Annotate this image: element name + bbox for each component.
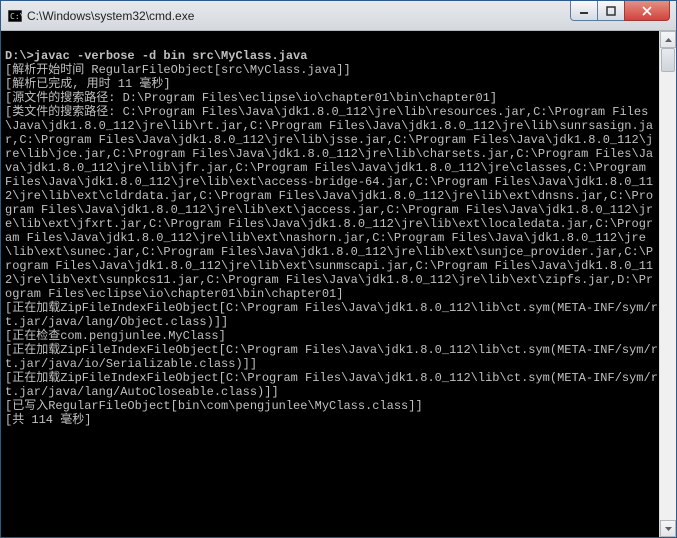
console-line [5, 35, 659, 49]
console-line: [解析已完成, 用时 11 毫秒] [5, 77, 659, 91]
cmd-window: C:\ C:\Windows\system32\cmd.exe D:\>java… [0, 0, 677, 538]
console-line: [已写入RegularFileObject[bin\com\pengjunlee… [5, 399, 659, 413]
svg-text:C:\: C:\ [10, 12, 22, 21]
console-line: [正在加载ZipFileIndexFileObject[C:\Program F… [5, 343, 659, 371]
minimize-button[interactable] [570, 1, 598, 21]
console-line: [正在检查com.pengjunlee.MyClass] [5, 329, 659, 343]
console-output[interactable]: D:\>javac -verbose -d bin src\MyClass.ja… [1, 31, 659, 537]
cmd-icon: C:\ [7, 8, 23, 24]
console-line: [解析开始时间 RegularFileObject[src\MyClass.ja… [5, 63, 659, 77]
scrollbar[interactable] [659, 31, 676, 537]
scroll-track[interactable] [660, 48, 676, 520]
console-line: [共 114 毫秒] [5, 413, 659, 427]
window-buttons [571, 1, 676, 21]
console-line: [正在加载ZipFileIndexFileObject[C:\Program F… [5, 301, 659, 329]
console-line: [源文件的搜索路径: D:\Program Files\eclipse\io\c… [5, 91, 659, 105]
close-button[interactable] [624, 1, 670, 21]
console-line: D:\>javac -verbose -d bin src\MyClass.ja… [5, 49, 659, 63]
titlebar[interactable]: C:\ C:\Windows\system32\cmd.exe [1, 1, 676, 31]
scroll-down-button[interactable] [660, 520, 676, 537]
scroll-thumb[interactable] [661, 48, 675, 72]
console-line: [类文件的搜索路径: C:\Program Files\Java\jdk1.8.… [5, 105, 659, 301]
console-area: D:\>javac -verbose -d bin src\MyClass.ja… [1, 31, 676, 537]
window-title: C:\Windows\system32\cmd.exe [27, 9, 571, 23]
maximize-button[interactable] [597, 1, 625, 21]
scroll-up-button[interactable] [660, 31, 676, 48]
console-line: [正在加载ZipFileIndexFileObject[C:\Program F… [5, 371, 659, 399]
